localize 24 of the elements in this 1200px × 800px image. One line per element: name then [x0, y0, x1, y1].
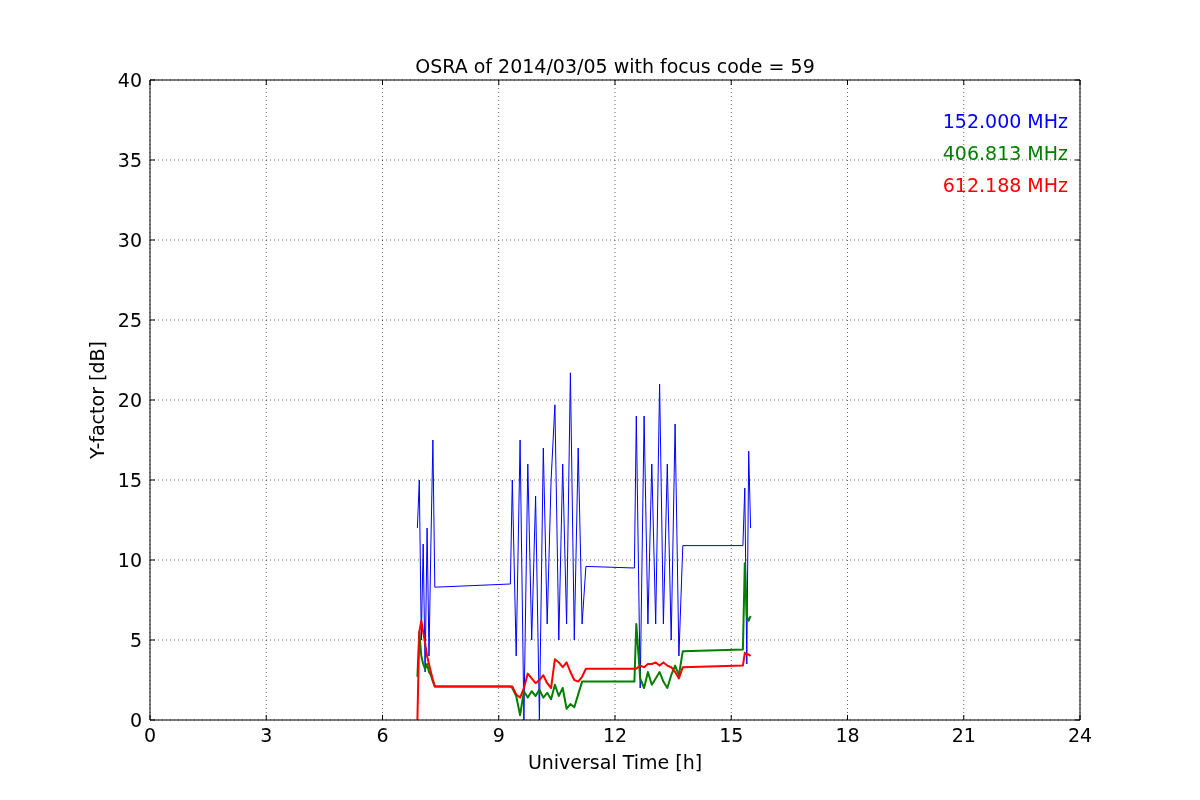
x-tick-label: 3: [260, 724, 273, 746]
x-tick-label: 24: [1067, 724, 1093, 746]
x-tick-label: 6: [376, 724, 389, 746]
y-tick-label: 20: [117, 389, 142, 411]
y-axis-label: Y-factor [dB]: [86, 341, 108, 459]
x-tick-label: 21: [951, 724, 976, 746]
y-tick-label: 25: [117, 309, 142, 331]
y-tick-label: 30: [117, 229, 142, 251]
y-tick-label: 5: [129, 629, 142, 651]
x-tick-label: 0: [143, 724, 157, 746]
y-tick-label: 0: [129, 709, 142, 731]
chart-title: OSRA of 2014/03/05 with focus code = 59: [415, 55, 815, 77]
x-axis-label: Universal Time [h]: [527, 751, 703, 773]
legend-label: 152.000 MHz: [942, 110, 1068, 132]
y-tick-label: 15: [117, 469, 142, 491]
x-tick-label: 12: [602, 724, 628, 746]
y-tick-label: 35: [117, 149, 142, 171]
y-tick-label: 10: [117, 549, 142, 571]
x-tick-label: 9: [492, 724, 505, 746]
y-tick-label: 40: [117, 69, 142, 91]
legend-label: 612.188 MHz: [942, 174, 1068, 196]
x-tick-label: 18: [835, 724, 860, 746]
legend-label: 406.813 MHz: [942, 142, 1068, 164]
x-tick-label: 15: [719, 724, 744, 746]
